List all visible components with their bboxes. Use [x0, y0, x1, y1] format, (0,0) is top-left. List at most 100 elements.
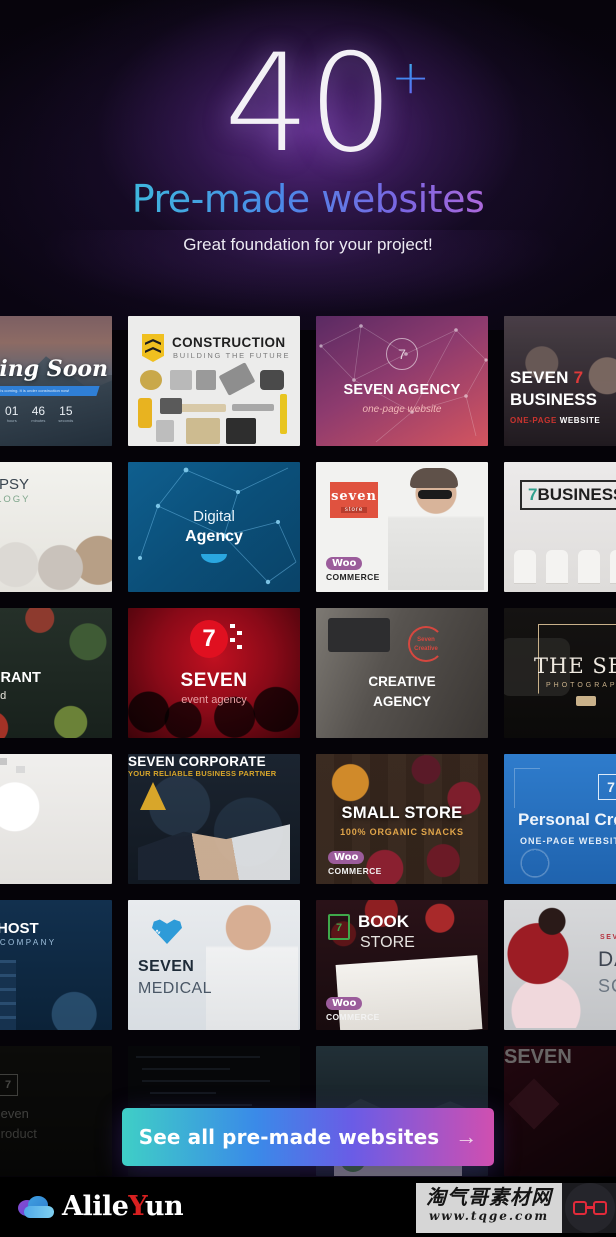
thumbnail-coming-soon[interactable]: Coming Soon New website is coming. It is… — [0, 316, 112, 446]
thumbnail-seven-dance[interactable]: SEVEN DANCE SCHOOL — [504, 900, 616, 1030]
tile-subtitle: one-page website — [362, 404, 442, 415]
woocommerce-badge: Woo COMMERCE — [328, 847, 382, 876]
tile-subtitle: ONE-PAGE WEBSITE — [520, 836, 616, 846]
tile-subtitle: 100% ORGANIC SNACKS — [340, 827, 464, 837]
countdown-label: minutes — [31, 418, 46, 423]
glasses-avatar — [562, 1183, 616, 1233]
woocommerce-badge: Woo COMMERCE — [326, 553, 380, 582]
logo-frame: 7BUSINESS — [520, 480, 616, 510]
ring-label: Seven Creative — [414, 637, 438, 652]
tile-title: SEVEN — [504, 1046, 572, 1068]
thumbnail-the-seven-photography[interactable]: THE SEVEN PHOTOGRAPHY — [504, 608, 616, 738]
thumbnail-seven-corporate[interactable]: SEVEN CORPORATE YOUR RELIABLE BUSINESS P… — [128, 754, 300, 884]
thumbnail-personal-creative[interactable]: 7 Personal Creative ONE-PAGE WEBSITE — [504, 754, 616, 884]
alileyun-text-1: Alile — [62, 1191, 129, 1222]
countdown: 00days 01hours 46minutes 15seconds — [0, 404, 112, 423]
tile-title: Digital — [193, 508, 235, 525]
thumbnail-small-store[interactable]: SMALL STORE 100% ORGANIC SNACKS Woo COMM… — [316, 754, 488, 884]
tile-title-2: BUSINESS — [510, 390, 597, 409]
cloud-icon — [18, 1195, 54, 1218]
thumbnail-seven-event-agency[interactable]: 7 SEVEN event agency — [128, 608, 300, 738]
people-photo — [0, 520, 112, 592]
dancer-photo — [504, 904, 598, 1028]
woo-commerce-label: COMMERCE — [326, 572, 380, 582]
seven-badge-icon: 7 — [0, 1074, 18, 1096]
woo-commerce-label: COMMERCE — [326, 1012, 380, 1022]
seven-badge-icon: 7 — [598, 774, 616, 800]
cups-photo — [0, 782, 46, 836]
premade-websites-grid: Coming Soon New website is coming. It is… — [0, 316, 616, 1176]
tile-title: SEVEN 7 — [510, 368, 583, 388]
tile-subtitle: PHOTOGRAPHY — [546, 682, 616, 689]
tile-title: SEVEN HOST — [0, 920, 39, 937]
tqge-watermark: 淘气哥素材网 www.tqge.com — [416, 1183, 616, 1233]
tile-title: 7BUSINESS — [522, 482, 616, 508]
woo-pill: Woo — [328, 851, 365, 864]
alileyun-label: AlileYun — [62, 1191, 184, 1222]
hero-tagline: Great foundation for your project! — [183, 235, 433, 254]
server-rack-illustration — [0, 960, 16, 1030]
tile-title-2: SCHOOL — [598, 976, 616, 996]
tile-badge: 7 — [398, 346, 406, 362]
tile-title: CONSTRUCTION — [172, 335, 286, 350]
heartbeat-icon: ∿ — [152, 918, 182, 944]
tile-title-accent: 7 — [573, 368, 584, 387]
network-pattern — [128, 462, 300, 592]
tile-title: THE SEVEN — [534, 654, 616, 678]
seven-store-logo: seven store — [330, 482, 378, 518]
tqge-url: www.tqge.com — [428, 1209, 550, 1223]
thumbnail-restaurant[interactable]: RESTAURANT drinks & food — [0, 608, 112, 738]
thumbnail-book-store[interactable]: 7 BOOK STORE Woo COMMERCE — [316, 900, 488, 1030]
thumbnail-seven-news[interactable]: 7 seven NEWS — [0, 754, 112, 884]
sunglasses-shape — [418, 490, 452, 499]
countdown-label: hours — [6, 418, 17, 423]
woo-pill: Woo — [326, 557, 363, 570]
thumbnail-creative-agency[interactable]: Seven Creative CREATIVE AGENCY — [316, 608, 488, 738]
tile-title-text: SEVEN — [510, 368, 569, 387]
countdown-label: seconds — [58, 418, 74, 423]
thumbnail-seven-psy[interactable]: SEVEN PSY PSYCHOLOGY — [0, 462, 112, 592]
cta-label: See all pre-made websites — [138, 1125, 440, 1149]
hat-shape — [410, 468, 458, 488]
woocommerce-badge: Woo COMMERCE — [326, 993, 380, 1022]
thumbnail-7-business[interactable]: 7BUSINESS — [504, 462, 616, 592]
tile-title: SMALL STORE — [341, 804, 463, 822]
thumbnail-seven-store[interactable]: seven store Woo COMMERCE — [316, 462, 488, 592]
thumbnail-digital-agency[interactable]: Digital Agency — [128, 462, 300, 592]
tile-title: BOOK — [358, 912, 409, 931]
book-icon: 7 — [328, 914, 350, 940]
hero-section: 40 + Pre-made websites Great foundation … — [0, 0, 616, 255]
thumbnail-seven-business[interactable]: SEVEN 7 BUSINESS ONE-PAGE WEBSITE — [504, 316, 616, 446]
chairs-illustration — [514, 550, 616, 584]
creative-ring-logo: Seven Creative — [408, 626, 444, 662]
network-pattern — [316, 316, 488, 446]
dots-decoration — [230, 624, 242, 652]
hero-count: 40 — [224, 25, 394, 182]
thumbnail-seven-host[interactable]: SEVEN HOST HOSTING COMPANY — [0, 900, 112, 1030]
tile-title: seven — [331, 489, 377, 504]
tile-title: CREATIVE — [368, 674, 436, 689]
avatar-circle — [565, 1183, 615, 1233]
arrow-right-icon: → — [455, 1124, 478, 1149]
tile-title: RESTAURANT — [0, 670, 41, 686]
tile-badge: 7 — [4, 1079, 12, 1091]
tile-title-2: Agency — [185, 528, 243, 545]
see-all-premade-websites-button[interactable]: See all pre-made websites → — [122, 1108, 494, 1166]
construction-logo-icon — [142, 334, 164, 362]
camera-icon — [576, 696, 596, 706]
tile-title: SEVEN — [138, 958, 195, 975]
countdown-value: 15 — [59, 404, 73, 418]
tile-title: SEVEN PSY — [0, 476, 29, 493]
tile-subtitle: BUILDING THE FUTURE — [173, 351, 291, 360]
hero-plus-sign: + — [391, 50, 430, 104]
tile-badge: 7 — [607, 779, 615, 795]
countdown-value: 46 — [31, 404, 46, 418]
thumbnail-seven-medical[interactable]: ∿ SEVEN MEDICAL — [128, 900, 300, 1030]
thumbnail-seven-agency[interactable]: 7 SEVEN AGENCY one-page website — [316, 316, 488, 446]
tqge-chinese-label: 淘气哥素材网 — [426, 1185, 552, 1209]
tile-title-light: PSY — [0, 476, 30, 493]
tile-title: DANCE — [598, 948, 616, 971]
thumbnail-construction[interactable]: CONSTRUCTION BUILDING THE FUTURE — [128, 316, 300, 446]
promo-page: 40 + Pre-made websites Great foundation … — [0, 0, 616, 1237]
tile-title-small: SEVEN — [600, 934, 616, 941]
